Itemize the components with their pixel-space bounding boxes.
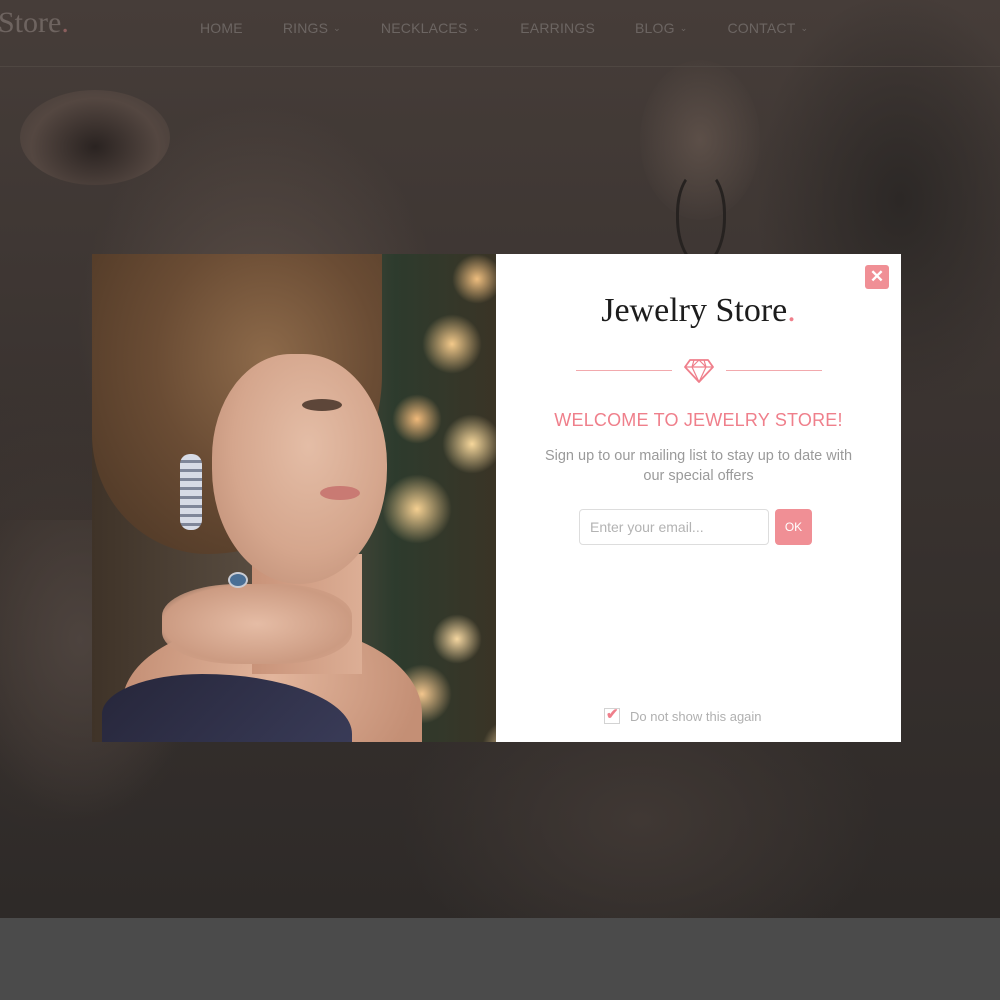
- dont-show-checkbox[interactable]: ✔: [604, 706, 620, 724]
- hero-photo-earring: [676, 170, 726, 266]
- site-logo-dot: .: [61, 6, 69, 39]
- nav-item-label: HOME: [200, 20, 243, 36]
- bokeh-light: [392, 394, 442, 444]
- main-menu: HOME RINGS ⌄ NECKLACES ⌄ EARRINGS BLOG ⌄…: [200, 20, 848, 36]
- bokeh-light: [442, 414, 496, 474]
- popup-logo-text: Jewelry Store: [601, 292, 788, 329]
- popup-logo-dot: .: [787, 292, 796, 329]
- photo-hand: [162, 584, 352, 664]
- page-footer-band: [0, 918, 1000, 1000]
- photo-eye: [302, 399, 342, 411]
- nav-item-label: EARRINGS: [520, 20, 595, 36]
- nav-item-earrings[interactable]: EARRINGS: [520, 20, 595, 36]
- checkmark-icon: ✔: [606, 706, 619, 723]
- popup-heading: WELCOME TO JEWELRY STORE!: [554, 410, 843, 430]
- divider-line-right: [726, 370, 822, 371]
- photo-face: [212, 354, 387, 584]
- nav-item-label: CONTACT: [727, 20, 796, 36]
- diamond-icon: [684, 359, 714, 383]
- bokeh-light: [452, 254, 496, 304]
- divider-line-left: [576, 370, 672, 371]
- email-field[interactable]: [579, 509, 769, 545]
- subscribe-button[interactable]: OK: [775, 509, 812, 545]
- photo-ring: [228, 572, 248, 588]
- popup-logo: Jewelry Store.: [496, 292, 901, 330]
- popup-content: ✕ Jewelry Store. WELCOME TO JEWELRY STOR…: [496, 254, 901, 742]
- dont-show-again[interactable]: ✔ Do not show this again: [604, 706, 762, 724]
- top-navigation: Store. HOME RINGS ⌄ NECKLACES ⌄ EARRINGS…: [0, 0, 1000, 67]
- nav-item-home[interactable]: HOME: [200, 20, 243, 36]
- popup-model-photo: [92, 254, 496, 742]
- newsletter-popup: ✕ Jewelry Store. WELCOME TO JEWELRY STOR…: [92, 254, 901, 742]
- chevron-down-icon: ⌄: [472, 22, 481, 33]
- close-icon[interactable]: ✕: [865, 265, 889, 289]
- chevron-down-icon: ⌄: [679, 22, 688, 33]
- nav-item-rings[interactable]: RINGS ⌄: [283, 20, 341, 36]
- nav-item-label: NECKLACES: [380, 20, 468, 36]
- photo-lips: [320, 486, 360, 500]
- nav-item-blog[interactable]: BLOG ⌄: [635, 20, 687, 36]
- chevron-down-icon: ⌄: [333, 22, 341, 33]
- nav-item-necklaces[interactable]: NECKLACES ⌄: [381, 20, 480, 36]
- hero-photo-nose: [20, 90, 170, 185]
- dont-show-label: Do not show this again: [630, 708, 762, 724]
- popup-description: Sign up to our mailing list to stay up t…: [544, 448, 853, 484]
- photo-earring: [180, 454, 202, 530]
- site-logo-text: Store: [0, 6, 62, 39]
- bokeh-light: [422, 314, 482, 374]
- nav-item-label: BLOG: [635, 20, 675, 36]
- chevron-down-icon: ⌄: [800, 22, 809, 33]
- nav-item-contact[interactable]: CONTACT ⌄: [727, 20, 808, 36]
- bokeh-light: [382, 474, 452, 544]
- site-logo[interactable]: Store.: [0, 6, 69, 40]
- bokeh-light: [432, 614, 482, 664]
- diamond-divider: [576, 358, 822, 384]
- nav-item-label: RINGS: [282, 20, 329, 36]
